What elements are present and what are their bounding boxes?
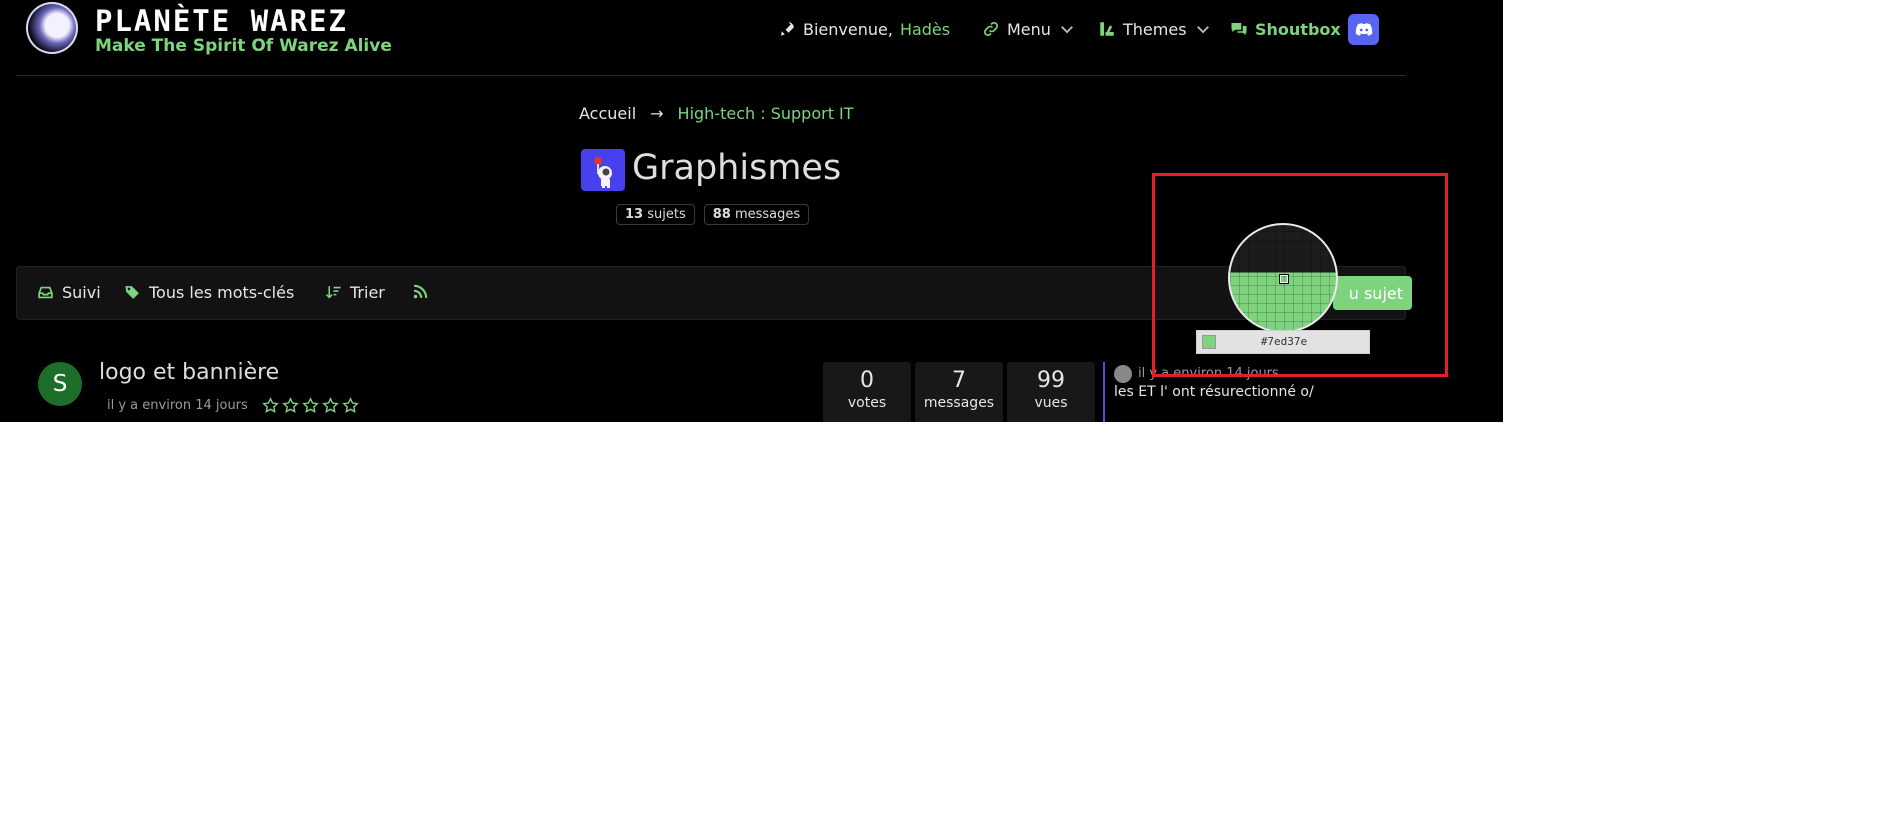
menu-dropdown[interactable]: Menu [982,18,1076,40]
magnifier-crosshair [1279,274,1289,284]
tags-label: Tous les mots-clés [149,283,295,302]
views-count: 99 [1037,368,1065,393]
chat-icon [1231,23,1247,35]
themes-label: Themes [1123,19,1187,39]
header-divider [16,75,1406,76]
page-title: Graphismes [632,148,842,188]
menu-label: Menu [1007,19,1051,39]
username[interactable]: Hadès [900,20,950,39]
site-tagline: Make The Spirit Of Warez Alive [95,36,392,56]
forum-page: PLANÈTE WAREZ Make The Spirit Of Warez A… [0,0,1503,422]
welcome-prefix: Bienvenue, [803,19,893,39]
sort-button[interactable]: Trier [325,283,385,302]
color-hex-value: #7ed37e [1260,335,1308,348]
posts-label: messages [734,207,801,222]
chevron-down-icon [1196,26,1209,34]
last-poster-avatar[interactable] [1114,365,1132,383]
topics-count-badge: 13 sujets [616,204,695,225]
topic-title[interactable]: logo et bannière [99,360,279,385]
star-outline-icon[interactable] [302,397,319,414]
topic-time[interactable]: il y a environ 14 jours [107,398,248,413]
shoutbox-link[interactable]: Shoutbox [1230,18,1341,40]
votes-stat: 0 votes [823,362,911,422]
rss-icon [413,284,428,299]
tags-icon [125,286,139,299]
sort-icon [325,286,341,299]
inbox-icon [38,286,53,299]
category-icon [581,149,625,191]
star-outline-icon[interactable] [262,397,279,414]
last-post-divider [1103,362,1105,422]
watch-button[interactable]: Suivi [37,283,101,302]
breadcrumb-home[interactable]: Accueil [579,104,636,123]
themes-dropdown[interactable]: Themes [1098,18,1212,40]
votes-label: votes [847,395,887,411]
palette-icon [1100,22,1114,36]
tags-filter-button[interactable]: Tous les mots-clés [124,283,294,302]
site-title[interactable]: PLANÈTE WAREZ [95,4,348,38]
color-picker-readout: #7ed37e [1196,330,1370,354]
shoutbox-label: Shoutbox [1255,19,1341,39]
breadcrumb-separator: → [650,104,664,123]
views-label: vues [1034,395,1068,411]
discord-button[interactable] [1348,14,1379,45]
avatar[interactable]: S [38,362,82,406]
breadcrumb: Accueil → High-tech : Support IT [579,104,854,123]
rocket-icon [781,22,794,36]
link-icon [984,22,998,36]
posts-count: 7 [952,368,966,393]
votes-count: 0 [860,368,874,393]
sort-label: Trier [350,283,385,302]
chevron-down-icon [1061,26,1073,34]
breadcrumb-current[interactable]: High-tech : Support IT [678,104,854,123]
topic-meta: il y a environ 14 jours [107,397,359,414]
posts-label: messages [923,395,995,411]
posts-stat: 7 messages [915,362,1003,422]
posts-count: 88 [712,207,731,222]
star-outline-icon[interactable] [282,397,299,414]
topics-label: sujets [647,207,686,222]
posts-count-badge: 88 messages [703,204,810,225]
discord-icon [1355,22,1372,36]
star-outline-icon[interactable] [342,397,359,414]
views-stat: 99 vues [1007,362,1095,422]
category-stats: 13 sujets 88 messages [616,204,810,225]
welcome-user-link[interactable]: Bienvenue, Hadès [778,18,950,40]
topic-rating[interactable] [262,397,359,414]
site-logo[interactable] [26,2,78,54]
star-outline-icon[interactable] [322,397,339,414]
last-post-excerpt[interactable]: les ET l' ont résurectionné o/ [1114,384,1314,400]
rss-button[interactable] [412,283,429,300]
astronaut-icon [594,157,612,188]
watch-label: Suivi [62,283,101,302]
topics-count: 13 [625,207,644,222]
